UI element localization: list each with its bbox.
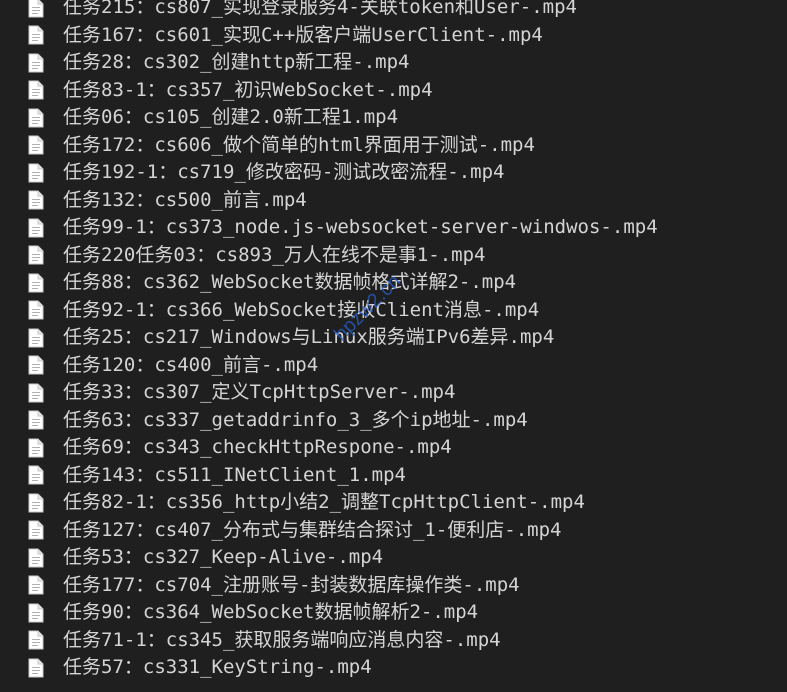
- file-name[interactable]: 任务71-1：cs345_获取服务端响应消息内容-.mp4: [63, 627, 501, 654]
- file-row[interactable]: 任务167：cs601_实现C++版客户端UserClient-.mp4: [0, 22, 787, 50]
- file-icon: [28, 658, 44, 678]
- file-name[interactable]: 任务88：cs362_WebSocket数据帧格式详解2-.mp4: [63, 269, 516, 296]
- file-row[interactable]: 任务06：cs105_创建2.0新工程1.mp4: [0, 104, 787, 132]
- file-name[interactable]: 任务177：cs704_注册账号-封装数据库操作类-.mp4: [63, 572, 520, 599]
- file-row[interactable]: 任务127：cs407_分布式与集群结合探讨_1-便利店-.mp4: [0, 517, 787, 545]
- file-row[interactable]: 任务88：cs362_WebSocket数据帧格式详解2-.mp4: [0, 269, 787, 297]
- file-name[interactable]: 任务220任务03：cs893_万人在线不是事1-.mp4: [63, 242, 485, 269]
- file-name[interactable]: 任务132：cs500_前言.mp4: [63, 187, 307, 214]
- file-row[interactable]: 任务83-1：cs357_初识WebSocket-.mp4: [0, 77, 787, 105]
- file-icon: [28, 465, 44, 485]
- file-row[interactable]: 任务132：cs500_前言.mp4: [0, 187, 787, 215]
- file-icon: [28, 548, 44, 568]
- file-icon: [28, 355, 44, 375]
- file-list: 任务215：cs807_实现登录服务4-关联token和User-.mp4 任务1…: [0, 0, 787, 682]
- file-icon: [28, 438, 44, 458]
- file-row[interactable]: 任务99-1：cs373_node.js-websocket-server-wi…: [0, 214, 787, 242]
- file-icon: [28, 80, 44, 100]
- file-row[interactable]: 任务57：cs331_KeyString-.mp4: [0, 654, 787, 682]
- file-name[interactable]: 任务120：cs400_前言-.mp4: [63, 352, 318, 379]
- file-icon: [28, 190, 44, 210]
- file-row[interactable]: 任务143：cs511_INetClient_1.mp4: [0, 462, 787, 490]
- file-icon: [28, 493, 44, 513]
- file-icon: [28, 245, 44, 265]
- file-name[interactable]: 任务127：cs407_分布式与集群结合探讨_1-便利店-.mp4: [63, 517, 561, 544]
- file-name[interactable]: 任务143：cs511_INetClient_1.mp4: [63, 462, 406, 489]
- file-name[interactable]: 任务167：cs601_实现C++版客户端UserClient-.mp4: [63, 22, 543, 49]
- file-icon: [28, 135, 44, 155]
- file-icon: [28, 520, 44, 540]
- file-row[interactable]: 任务33：cs307_定义TcpHttpServer-.mp4: [0, 379, 787, 407]
- file-row[interactable]: 任务220任务03：cs893_万人在线不是事1-.mp4: [0, 242, 787, 270]
- file-icon: [28, 575, 44, 595]
- file-icon: [28, 218, 44, 238]
- file-icon: [28, 163, 44, 183]
- file-name[interactable]: 任务99-1：cs373_node.js-websocket-server-wi…: [63, 214, 658, 241]
- file-row[interactable]: 任务215：cs807_实现登录服务4-关联token和User-.mp4: [0, 0, 787, 22]
- file-row[interactable]: 任务90：cs364_WebSocket数据帧解析2-.mp4: [0, 599, 787, 627]
- file-row[interactable]: 任务82-1：cs356_http小结2_调整TcpHttpClient-.mp…: [0, 489, 787, 517]
- file-name[interactable]: 任务69：cs343_checkHttpRespone-.mp4: [63, 434, 452, 461]
- file-row[interactable]: 任务92-1：cs366_WebSocket接收Client消息-.mp4: [0, 297, 787, 325]
- file-row[interactable]: 任务69：cs343_checkHttpRespone-.mp4: [0, 434, 787, 462]
- file-name[interactable]: 任务82-1：cs356_http小结2_调整TcpHttpClient-.mp…: [63, 489, 585, 516]
- file-row[interactable]: 任务25：cs217_Windows与Linux服务端IPv6差异.mp4: [0, 324, 787, 352]
- file-name[interactable]: 任务192-1：cs719_修改密码-测试改密流程-.mp4: [63, 159, 504, 186]
- file-row[interactable]: 任务172：cs606_做个简单的html界面用于测试-.mp4: [0, 132, 787, 160]
- file-name[interactable]: 任务90：cs364_WebSocket数据帧解析2-.mp4: [63, 599, 478, 626]
- file-row[interactable]: 任务71-1：cs345_获取服务端响应消息内容-.mp4: [0, 627, 787, 655]
- file-icon: [28, 328, 44, 348]
- file-icon: [28, 383, 44, 403]
- file-name[interactable]: 任务172：cs606_做个简单的html界面用于测试-.mp4: [63, 132, 535, 159]
- file-row[interactable]: 任务120：cs400_前言-.mp4: [0, 352, 787, 380]
- file-row[interactable]: 任务28：cs302_创建http新工程-.mp4: [0, 49, 787, 77]
- file-name[interactable]: 任务92-1：cs366_WebSocket接收Client消息-.mp4: [63, 297, 539, 324]
- file-icon: [28, 630, 44, 650]
- file-icon: [28, 273, 44, 293]
- file-row[interactable]: 任务63：cs337_getaddrinfo_3_多个ip地址-.mp4: [0, 407, 787, 435]
- file-name[interactable]: 任务25：cs217_Windows与Linux服务端IPv6差异.mp4: [63, 324, 554, 351]
- file-icon: [28, 300, 44, 320]
- file-row[interactable]: 任务53：cs327_Keep-Alive-.mp4: [0, 544, 787, 572]
- file-name[interactable]: 任务28：cs302_创建http新工程-.mp4: [63, 49, 409, 76]
- file-icon: [28, 53, 44, 73]
- file-name[interactable]: 任务215：cs807_实现登录服务4-关联token和User-.mp4: [63, 0, 577, 21]
- file-name[interactable]: 任务63：cs337_getaddrinfo_3_多个ip地址-.mp4: [63, 407, 528, 434]
- file-name[interactable]: 任务53：cs327_Keep-Alive-.mp4: [63, 544, 383, 571]
- file-icon: [28, 25, 44, 45]
- file-row[interactable]: 任务177：cs704_注册账号-封装数据库操作类-.mp4: [0, 572, 787, 600]
- file-icon: [28, 603, 44, 623]
- file-row[interactable]: 任务192-1：cs719_修改密码-测试改密流程-.mp4: [0, 159, 787, 187]
- file-name[interactable]: 任务06：cs105_创建2.0新工程1.mp4: [63, 104, 398, 131]
- file-name[interactable]: 任务57：cs331_KeyString-.mp4: [63, 654, 372, 681]
- file-icon: [28, 410, 44, 430]
- file-name[interactable]: 任务33：cs307_定义TcpHttpServer-.mp4: [63, 379, 455, 406]
- file-icon: [28, 108, 44, 128]
- file-icon: [28, 0, 44, 18]
- file-name[interactable]: 任务83-1：cs357_初识WebSocket-.mp4: [63, 77, 433, 104]
